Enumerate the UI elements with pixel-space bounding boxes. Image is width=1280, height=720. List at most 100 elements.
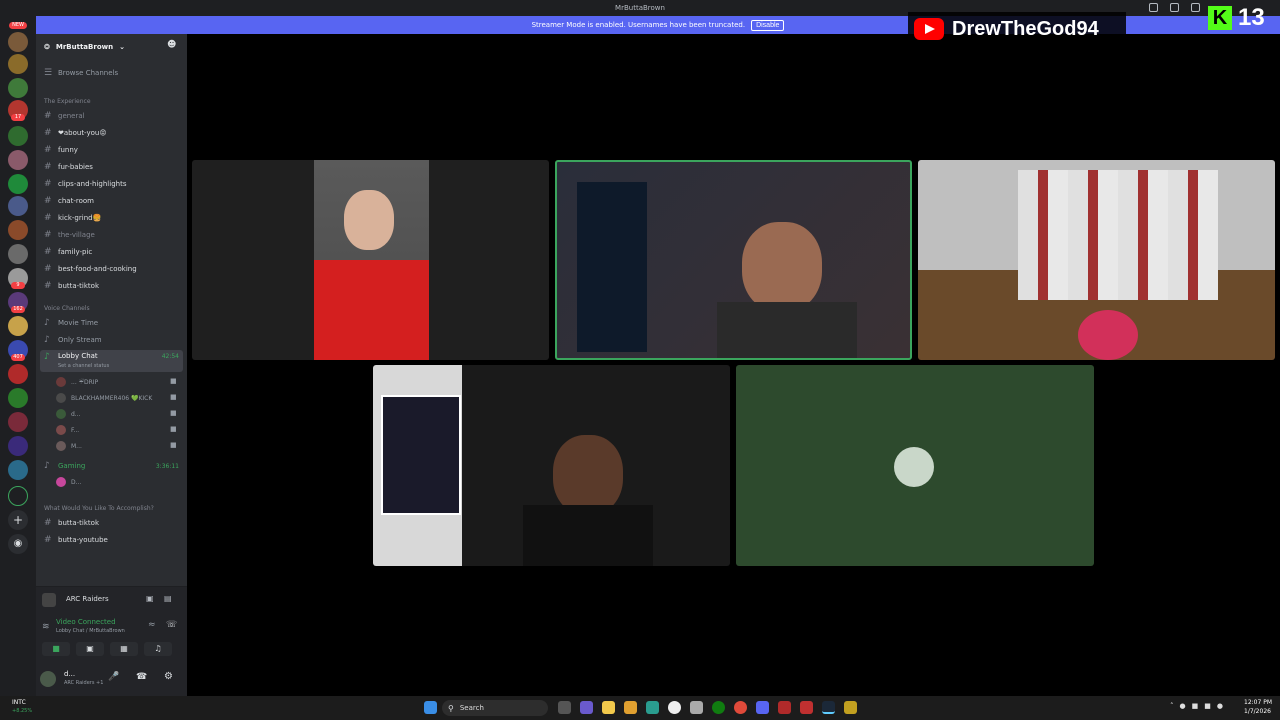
server-icon[interactable] <box>8 244 28 264</box>
video-tile[interactable] <box>192 160 549 360</box>
add-member-icon[interactable]: ☻ <box>167 40 176 50</box>
channel-label: Gaming <box>58 462 86 470</box>
user-panel: d... ARC Raiders +1 🎤 ☎ ⚙ <box>36 662 187 696</box>
video-feed <box>577 182 647 352</box>
chrome-icon[interactable] <box>734 701 747 714</box>
file-explorer-icon[interactable] <box>624 701 637 714</box>
voice-channel-gaming[interactable]: ♪ Gaming <box>44 459 85 473</box>
participant-shirt <box>314 260 429 360</box>
server-icon[interactable] <box>8 388 28 408</box>
voice-member[interactable]: F... <box>56 424 79 436</box>
server-icon[interactable] <box>8 32 28 52</box>
app-icon[interactable] <box>844 701 857 714</box>
connection-status[interactable]: Video Connected <box>56 618 116 626</box>
channel-the-village[interactable]: # the-village <box>44 228 95 242</box>
add-server-icon[interactable]: + <box>8 510 28 530</box>
channel-kick-grind[interactable]: # kick-grind🍔 <box>44 211 101 225</box>
windows-start-icon[interactable] <box>424 701 437 714</box>
app-icon[interactable] <box>690 701 703 714</box>
category-header[interactable]: What Would You Like To Accomplish? <box>44 505 154 512</box>
video-tile[interactable] <box>373 365 730 566</box>
browse-channels[interactable]: ☰ Browse Channels <box>44 66 118 80</box>
server-icon[interactable] <box>8 150 28 170</box>
voice-channel-movie[interactable]: ♪ Movie Time <box>44 316 98 330</box>
server-icon[interactable] <box>8 196 28 216</box>
voice-member[interactable]: d... <box>56 408 81 420</box>
channel-best-food[interactable]: # best-food-and-cooking <box>44 262 137 276</box>
discord-icon[interactable] <box>756 701 769 714</box>
popout-icon[interactable]: ▤ <box>164 594 172 603</box>
edge-icon[interactable] <box>646 701 659 714</box>
activity-game: ARC Raiders <box>66 595 109 603</box>
server-icon[interactable] <box>8 174 28 194</box>
server-icon[interactable] <box>8 412 28 432</box>
video-tile-speaking[interactable] <box>555 160 912 360</box>
channel-butta-youtube[interactable]: # butta-youtube <box>44 533 108 547</box>
activities-button[interactable]: ▦ <box>110 642 138 656</box>
inbox-icon[interactable] <box>1149 3 1158 12</box>
channel-family-pic[interactable]: # family-pic <box>44 245 92 259</box>
channel-status[interactable]: Set a channel status <box>58 363 109 369</box>
disconnect-icon[interactable]: ☏ <box>166 620 177 630</box>
app-icon[interactable] <box>778 701 791 714</box>
microphone-icon[interactable]: 🎤 <box>108 672 119 682</box>
server-icon[interactable] <box>8 220 28 240</box>
server-header[interactable]: ❂ MrButtaBrown ⌄ <box>44 40 125 54</box>
connection-detail[interactable]: Lobby Chat / MrButtaBrown <box>56 628 125 634</box>
video-tile-avatar[interactable] <box>736 365 1094 566</box>
channel-chat-room[interactable]: # chat-room <box>44 194 94 208</box>
server-icon[interactable] <box>8 364 28 384</box>
channel-clips[interactable]: # clips-and-highlights <box>44 177 126 191</box>
settings-icon[interactable]: ⚙ <box>164 671 173 682</box>
server-icon[interactable] <box>8 486 28 506</box>
voice-channel-only-stream[interactable]: ♪ Only Stream <box>44 333 102 347</box>
voice-member[interactable]: M... <box>56 440 82 452</box>
soundboard-button[interactable]: ♫ <box>144 642 172 656</box>
system-tray-icons[interactable]: ˄●■■● <box>1170 702 1229 710</box>
screen-share-button[interactable]: ▣ <box>76 642 104 656</box>
new-badge: NEW <box>9 22 27 29</box>
app-icon[interactable] <box>800 701 813 714</box>
channel-general[interactable]: # general <box>44 109 85 123</box>
stock-ticker[interactable]: INTC <box>12 699 26 706</box>
noise-suppression-icon[interactable]: ≈ <box>148 620 156 630</box>
server-icon[interactable] <box>8 126 28 146</box>
app-icon[interactable] <box>668 701 681 714</box>
headphones-icon[interactable]: ☎ <box>136 672 147 682</box>
speaker-icon: ♪ <box>44 335 50 345</box>
voice-member[interactable]: BLACKHAMMER406 💚KICK <box>56 392 152 404</box>
steam-icon[interactable] <box>822 701 835 714</box>
channel-butta-tiktok[interactable]: # butta-tiktok <box>44 279 99 293</box>
server-icon[interactable] <box>8 460 28 480</box>
category-header[interactable]: Voice Channels <box>44 305 90 312</box>
video-tile[interactable] <box>918 160 1275 360</box>
join-icon[interactable]: ▣ <box>146 594 154 603</box>
camera-toggle-button[interactable]: ■ <box>42 642 70 656</box>
taskbar-time[interactable]: 12:07 PM <box>1244 699 1272 706</box>
voice-member[interactable]: ... ☔DRIP <box>56 376 98 388</box>
xbox-icon[interactable] <box>712 701 725 714</box>
disable-streamer-mode-button[interactable]: Disable <box>751 19 785 31</box>
monitor-icon[interactable] <box>1170 3 1179 12</box>
search-label: Search <box>459 704 484 712</box>
help-icon[interactable] <box>1191 3 1200 12</box>
server-icon[interactable] <box>8 78 28 98</box>
task-view-icon[interactable] <box>558 701 571 714</box>
server-icon[interactable] <box>8 436 28 456</box>
server-icon[interactable] <box>8 316 28 336</box>
channel-funny[interactable]: # funny <box>44 143 78 157</box>
channel-butta-tiktok-2[interactable]: # butta-tiktok <box>44 516 99 530</box>
avatar[interactable] <box>40 671 56 687</box>
discover-icon[interactable]: ◉ <box>8 534 28 554</box>
taskbar-search[interactable]: ⚲ Search <box>442 700 548 716</box>
voice-member[interactable]: D... <box>56 476 81 488</box>
channel-about-you[interactable]: # ❤about-you😡 <box>44 126 107 140</box>
voice-channel-lobby[interactable]: ♪ Lobby Chat 42:54 Set a channel status <box>40 350 183 372</box>
server-icon[interactable] <box>8 54 28 74</box>
store-icon[interactable] <box>602 701 615 714</box>
channel-fur-babies[interactable]: # fur-babies <box>44 160 93 174</box>
category-header[interactable]: The Experience <box>44 98 91 105</box>
taskbar-date[interactable]: 1/7/2026 <box>1244 708 1271 715</box>
copilot-icon[interactable] <box>580 701 593 714</box>
mention-badge: 407 <box>11 354 25 361</box>
